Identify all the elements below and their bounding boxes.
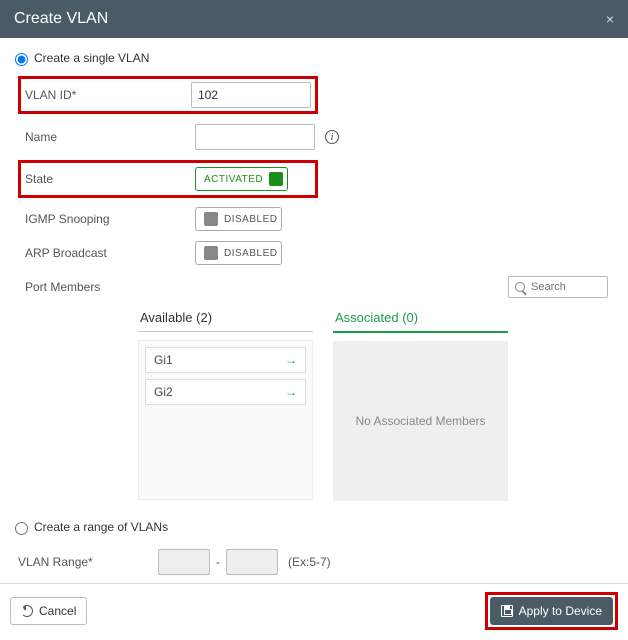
igmp-toggle[interactable]: DISABLED bbox=[195, 207, 282, 231]
port-search[interactable] bbox=[508, 276, 608, 298]
state-toggle[interactable]: ACTIVATED bbox=[195, 167, 288, 191]
state-highlight: State ACTIVATED bbox=[18, 160, 318, 198]
port-members-row: Port Members bbox=[25, 276, 618, 298]
toggle-knob-icon bbox=[204, 212, 218, 226]
vlan-id-label: VLAN ID* bbox=[25, 88, 191, 102]
name-row: Name i bbox=[25, 120, 618, 154]
vlan-range-label: VLAN Range* bbox=[18, 555, 158, 569]
available-column: Available (2) Gi1 → Gi2 → bbox=[138, 304, 313, 501]
arp-row: ARP Broadcast DISABLED bbox=[25, 236, 618, 270]
vlan-range-from-input[interactable] bbox=[158, 549, 210, 575]
state-row: State ACTIVATED bbox=[25, 165, 311, 193]
apply-label: Apply to Device bbox=[519, 604, 602, 618]
associated-empty-text: No Associated Members bbox=[355, 414, 485, 428]
cancel-label: Cancel bbox=[39, 604, 76, 618]
list-item[interactable]: Gi2 → bbox=[145, 379, 306, 405]
associated-list[interactable]: No Associated Members bbox=[333, 341, 508, 501]
port-members-label: Port Members bbox=[25, 280, 195, 294]
vlan-range-row: VLAN Range* - (Ex:5-7) bbox=[10, 545, 618, 579]
toggle-knob-icon bbox=[204, 246, 218, 260]
apply-button[interactable]: Apply to Device bbox=[490, 597, 613, 625]
port-search-input[interactable] bbox=[529, 280, 589, 294]
close-icon[interactable]: × bbox=[606, 11, 614, 27]
state-label: State bbox=[25, 172, 195, 186]
single-vlan-form: VLAN ID* Name i State ACTIVATED bbox=[10, 76, 618, 501]
range-dash: - bbox=[216, 555, 220, 569]
apply-highlight: Apply to Device bbox=[485, 592, 618, 630]
available-list[interactable]: Gi1 → Gi2 → bbox=[138, 340, 313, 500]
modal-title: Create VLAN bbox=[14, 10, 108, 28]
mode-single-radio[interactable]: Create a single VLAN bbox=[10, 50, 618, 66]
arp-label: ARP Broadcast bbox=[25, 246, 195, 260]
arp-toggle-label: DISABLED bbox=[224, 248, 277, 259]
modal-body: Create a single VLAN VLAN ID* Name i Sta… bbox=[0, 38, 628, 583]
modal-header: Create VLAN × bbox=[0, 0, 628, 38]
vlan-id-input[interactable] bbox=[191, 82, 311, 108]
state-toggle-label: ACTIVATED bbox=[204, 174, 263, 185]
associated-title: Associated (0) bbox=[333, 304, 508, 333]
associated-column: Associated (0) No Associated Members bbox=[333, 304, 508, 501]
arrow-right-icon[interactable]: → bbox=[285, 353, 297, 367]
mode-single-input[interactable] bbox=[15, 53, 28, 66]
create-vlan-modal: Create VLAN × Create a single VLAN VLAN … bbox=[0, 0, 628, 640]
mode-single-label: Create a single VLAN bbox=[34, 51, 149, 65]
name-input[interactable] bbox=[195, 124, 315, 150]
arrow-right-icon[interactable]: → bbox=[285, 385, 297, 399]
cancel-button[interactable]: Cancel bbox=[10, 597, 87, 625]
igmp-toggle-label: DISABLED bbox=[224, 214, 277, 225]
list-item-label: Gi2 bbox=[154, 385, 173, 399]
vlan-id-row: VLAN ID* bbox=[25, 81, 311, 109]
mode-range-input[interactable] bbox=[15, 522, 28, 535]
vlan-range-to-input[interactable] bbox=[226, 549, 278, 575]
save-icon bbox=[501, 605, 513, 617]
modal-footer: Cancel Apply to Device bbox=[0, 583, 628, 640]
info-icon[interactable]: i bbox=[325, 130, 339, 144]
port-dual-list: Available (2) Gi1 → Gi2 → Associated (0) bbox=[18, 304, 618, 501]
igmp-label: IGMP Snooping bbox=[25, 212, 195, 226]
search-icon bbox=[515, 282, 525, 292]
vlan-id-highlight: VLAN ID* bbox=[18, 76, 318, 114]
igmp-row: IGMP Snooping DISABLED bbox=[25, 202, 618, 236]
vlan-range-hint: (Ex:5-7) bbox=[288, 555, 331, 569]
name-label: Name bbox=[25, 130, 195, 144]
toggle-knob-icon bbox=[269, 172, 283, 186]
arp-toggle[interactable]: DISABLED bbox=[195, 241, 282, 265]
list-item-label: Gi1 bbox=[154, 353, 173, 367]
mode-range-label: Create a range of VLANs bbox=[34, 520, 168, 534]
cancel-icon bbox=[21, 605, 33, 617]
available-title: Available (2) bbox=[138, 304, 313, 332]
list-item[interactable]: Gi1 → bbox=[145, 347, 306, 373]
